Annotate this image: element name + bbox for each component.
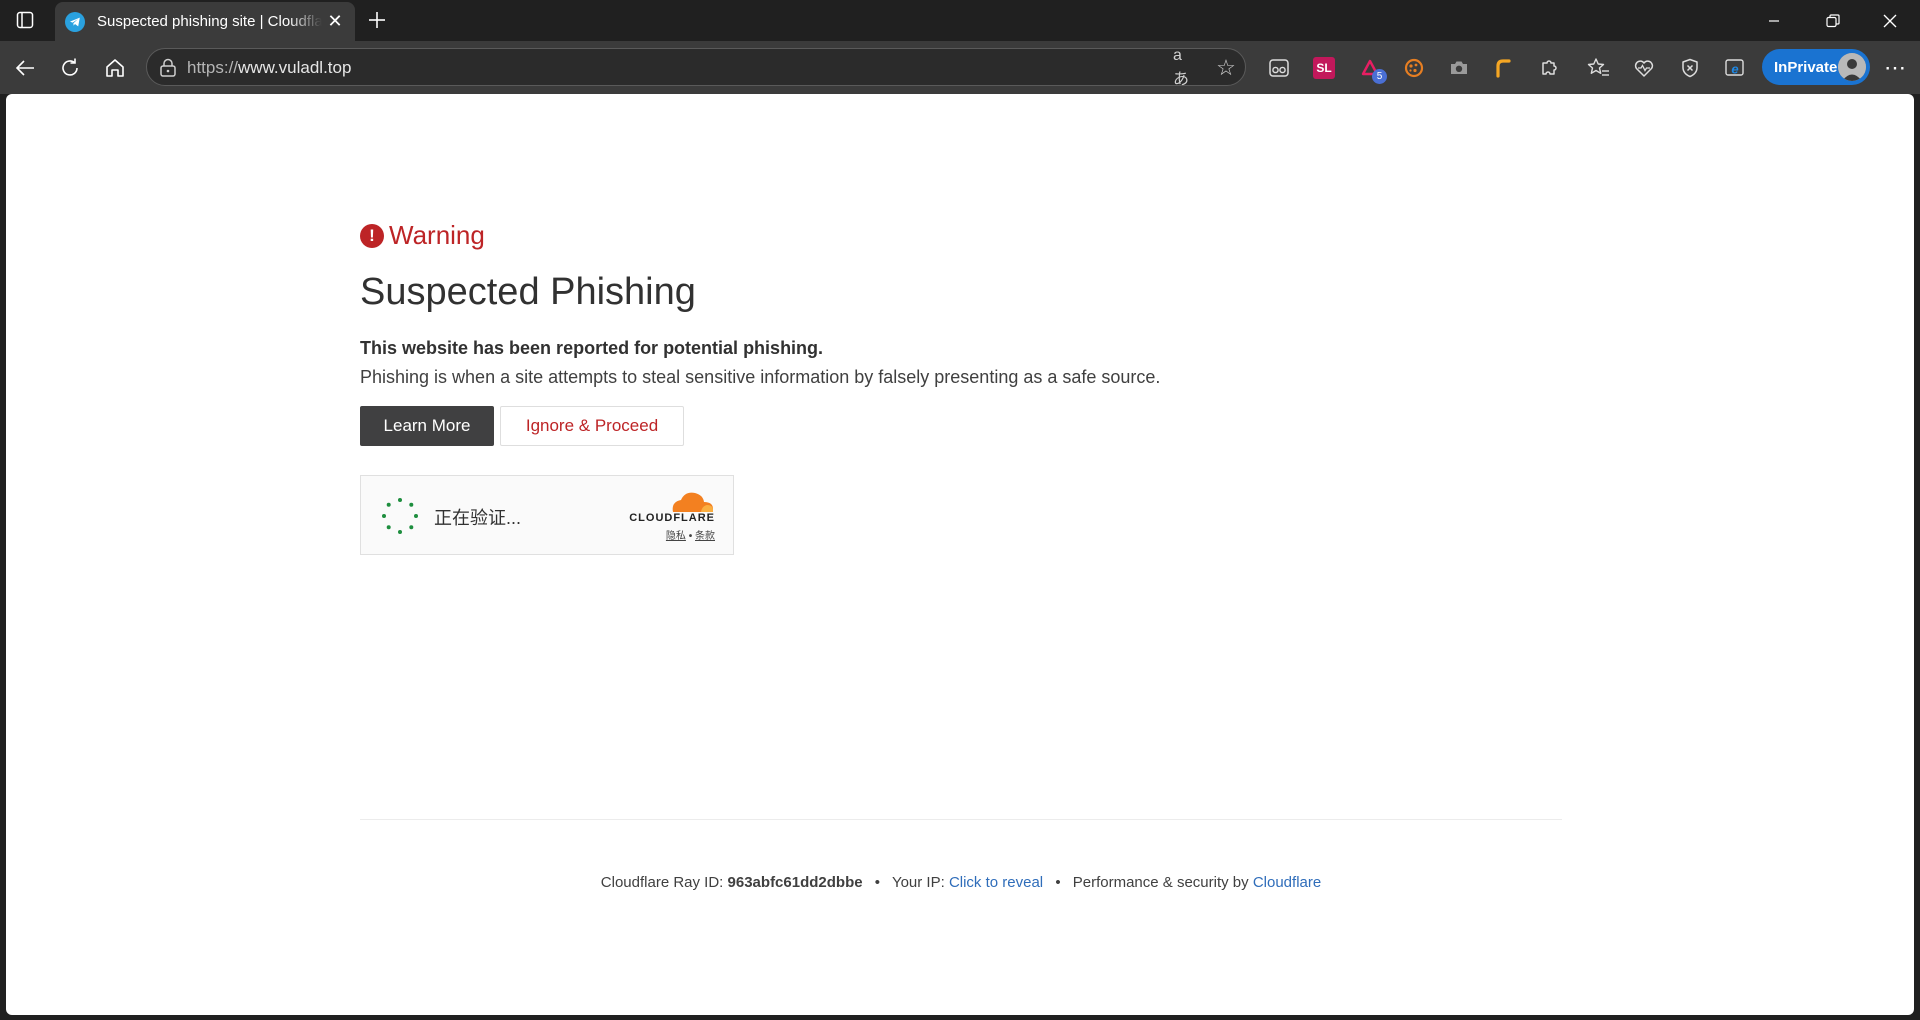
glasses-extension-icon[interactable] [1262,51,1296,85]
cookie-extension-icon[interactable] [1397,51,1431,85]
cloudflare-cloud-icon [672,492,713,512]
plus-icon [369,12,385,28]
avatar [1838,53,1866,81]
toolbar: https://www.vuladl.top aあ ☆ SL 5 e InPri… [0,41,1920,94]
warning-icon: ! [360,223,384,248]
restore-button[interactable] [1805,0,1861,41]
ignore-proceed-button[interactable]: Ignore & Proceed [500,406,684,446]
cloudflare-link[interactable]: Cloudflare [1253,874,1321,891]
turnstile-widget[interactable]: 正在验证... CLOUDFLARE 隐私 • 条款 [360,475,734,555]
tab-active[interactable]: Suspected phishing site | Cloudflare ✕ [55,2,355,41]
telegram-favicon-icon [65,11,85,32]
refresh-button[interactable] [53,51,87,85]
main-content: ! Warning Suspected Phishing This websit… [360,220,1562,555]
sl-extension-label: SL [1313,57,1335,79]
cloudflare-logo: CLOUDFLARE 隐私 • 条款 [621,490,715,542]
learn-more-button[interactable]: Learn More [360,406,494,446]
inprivate-button[interactable]: InPrivate [1762,49,1870,85]
puzzle-extensions-icon[interactable] [1532,51,1566,85]
performance-label: Performance & security by [1072,874,1249,891]
lock-icon[interactable] [159,58,177,78]
read-aloud-icon[interactable]: aあ [1173,47,1195,88]
cloudflare-wordmark: CLOUDFLARE [629,512,715,524]
reveal-ip-link[interactable]: Click to reveal [949,874,1043,891]
url-scheme: https:// [187,58,239,77]
title-bar: Suspected phishing site | Cloudflare ✕ [0,0,1920,41]
browser-essentials-icon[interactable] [1627,51,1661,85]
tab-title: Suspected phishing site | Cloudflare [97,13,322,30]
triangle-extension-icon[interactable]: 5 [1353,51,1387,85]
page-viewport: ! Warning Suspected Phishing This websit… [6,94,1914,1015]
warning-label: Warning [389,220,485,250]
footer-separator: • [1055,874,1061,891]
close-window-button[interactable] [1862,0,1918,41]
spinner-icon [382,498,418,534]
home-button[interactable] [98,51,132,85]
phishing-description: Phishing is when a site attempts to stea… [360,367,1161,387]
tab-close-icon[interactable]: ✕ [324,11,346,32]
your-ip-label: Your IP: [891,874,945,891]
more-menu-button[interactable]: ⋯ [1878,51,1912,85]
warning-header: ! Warning [360,220,1562,251]
favorites-icon[interactable] [1582,51,1616,85]
close-icon [1883,14,1897,27]
turnstile-links: 隐私 • 条款 [666,527,715,542]
footer-separator: • [874,874,881,891]
back-button[interactable] [8,51,42,85]
ray-id-label: Cloudflare Ray ID: [600,874,724,891]
new-tab-button[interactable] [362,6,392,34]
ray-id-value: 963abfc61dd2dbbe [727,874,863,891]
phishing-notice: This website has been reported for poten… [360,338,824,358]
pen-extension-icon[interactable] [1487,51,1521,85]
tab-actions-button[interactable] [8,6,42,34]
page-title: Suspected Phishing [360,271,696,313]
verifying-status: 正在验证... [434,508,522,528]
footer: Cloudflare Ray ID: 963abfc61dd2dbbe • Yo… [360,874,1562,891]
camera-extension-icon[interactable] [1442,51,1476,85]
restore-icon [1826,13,1840,27]
favorite-star-icon[interactable]: ☆ [1215,55,1237,80]
extension-badge: 5 [1372,69,1387,84]
home-icon [106,59,124,77]
minimize-icon [1769,19,1779,22]
ie-mode-icon[interactable]: e [1718,51,1752,85]
shield-icon[interactable] [1673,51,1707,85]
address-bar[interactable]: https://www.vuladl.top aあ ☆ [146,47,1246,88]
terms-link[interactable]: 条款 [695,531,715,542]
action-buttons: Learn More Ignore & Proceed [360,406,1562,446]
refresh-icon [62,58,78,76]
links-separator: • [688,531,693,542]
svg-text:e: e [1731,62,1738,77]
address-url[interactable]: https://www.vuladl.top [187,58,351,78]
inprivate-label: InPrivate [1774,58,1838,76]
sl-extension-icon[interactable]: SL [1307,51,1341,85]
footer-divider [360,819,1562,820]
url-host: www.vuladl.top [238,58,352,77]
tab-actions-icon [16,11,34,29]
minimize-button[interactable] [1746,0,1802,41]
privacy-link[interactable]: 隐私 [666,531,686,542]
back-arrow-icon [15,60,34,76]
